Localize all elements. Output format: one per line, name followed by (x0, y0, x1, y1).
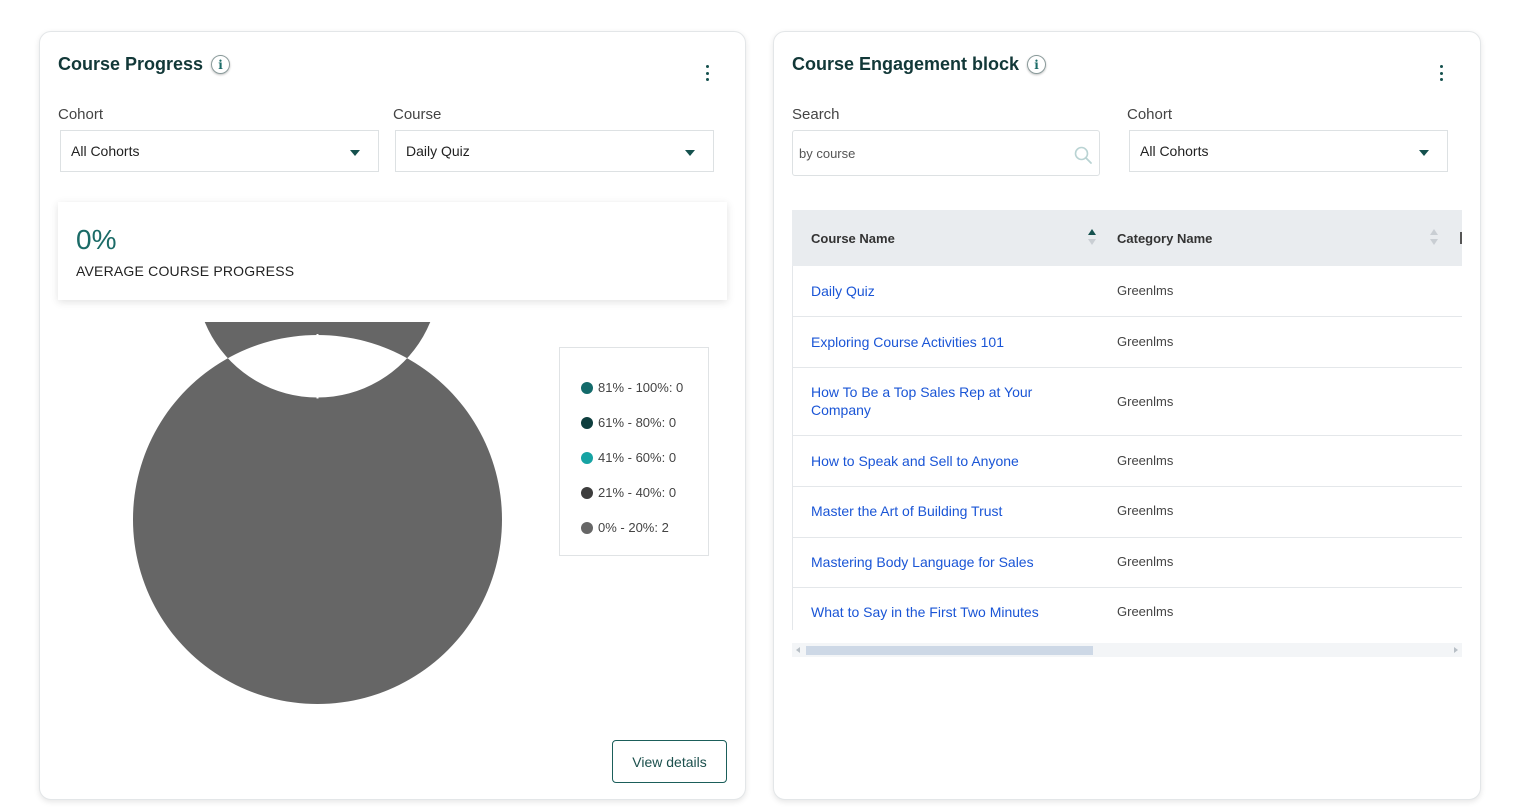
table-row: Daily Quiz Greenlms (792, 266, 1462, 317)
legend-item[interactable]: 61% - 80%: 0 (560, 405, 708, 440)
course-engagement-table: Course Name Category Name Daily Quiz Gre… (792, 210, 1462, 630)
cohort-select[interactable]: All Cohorts (60, 130, 379, 172)
course-select[interactable]: Daily Quiz (395, 130, 714, 172)
course-name-link[interactable]: How to Speak and Sell to Anyone (811, 452, 1061, 470)
legend-label: 21% - 40%: 0 (598, 485, 677, 500)
info-icon[interactable]: i (1027, 55, 1047, 74)
legend-item[interactable]: 0% - 20%: 2 (560, 510, 708, 545)
scroll-left-icon[interactable] (796, 647, 800, 653)
cohort-select-value: All Cohorts (71, 143, 140, 159)
category-name: Greenlms (1117, 394, 1174, 409)
search-field (792, 130, 1100, 176)
course-progress-title-text: Course Progress (58, 54, 204, 74)
category-name: Greenlms (1117, 283, 1174, 298)
scrollbar-thumb[interactable] (806, 646, 1093, 655)
average-progress-value: 0% (76, 224, 117, 255)
sort-ascending-icon[interactable] (1087, 228, 1097, 246)
kebab-menu-icon[interactable] (704, 65, 710, 81)
table-header: Course Name Category Name (792, 210, 1462, 266)
cohort-label: Cohort (1127, 106, 1173, 123)
search-label: Search (792, 106, 840, 123)
search-icon[interactable] (1073, 145, 1093, 165)
info-icon[interactable]: i (211, 55, 231, 74)
legend-label: 61% - 80%: 0 (598, 415, 677, 430)
average-progress-label: AVERAGE COURSE PROGRESS (76, 263, 295, 279)
legend-item[interactable]: 81% - 100%: 0 (560, 370, 708, 405)
legend-dot (581, 416, 593, 429)
course-label: Course (393, 106, 442, 123)
legend-dot (581, 451, 593, 464)
sort-icon[interactable] (1429, 228, 1439, 246)
legend-label: 0% - 20%: 2 (598, 520, 669, 535)
column-divider (1460, 232, 1462, 244)
course-name-link[interactable]: Master the Art of Building Trust (811, 502, 1061, 520)
legend-item[interactable]: 21% - 40%: 0 (560, 475, 708, 510)
table-row: Master the Art of Building Trust Greenlm… (792, 487, 1462, 538)
search-input[interactable] (793, 144, 1051, 162)
table-row: How to Speak and Sell to Anyone Greenlms (792, 436, 1462, 487)
table-row: What to Say in the First Two Minutes Gre… (792, 588, 1462, 630)
legend-label: 81% - 100%: 0 (598, 380, 684, 395)
view-details-button[interactable]: View details (612, 740, 727, 783)
legend-item[interactable]: 41% - 60%: 0 (560, 440, 708, 475)
average-progress-box: 0% AVERAGE COURSE PROGRESS (58, 202, 727, 300)
category-name: Greenlms (1117, 334, 1174, 349)
legend-dot (581, 486, 593, 499)
kebab-menu-icon[interactable] (1438, 65, 1444, 81)
course-name-link[interactable]: How To Be a Top Sales Rep at Your Compan… (811, 383, 1061, 419)
course-name-link[interactable]: Exploring Course Activities 101 (811, 333, 1061, 351)
column-header-category-name[interactable]: Category Name (1117, 210, 1212, 266)
progress-donut-chart (133, 322, 502, 704)
course-name-link[interactable]: Mastering Body Language for Sales (811, 553, 1061, 571)
chevron-down-icon (685, 150, 695, 156)
course-name-link[interactable]: What to Say in the First Two Minutes (811, 603, 1061, 621)
table-row: Exploring Course Activities 101 Greenlms (792, 317, 1462, 368)
chevron-down-icon (350, 150, 360, 156)
legend-label: 41% - 60%: 0 (598, 450, 677, 465)
category-name: Greenlms (1117, 503, 1174, 518)
category-name: Greenlms (1117, 554, 1174, 569)
cohort-select-value: All Cohorts (1140, 143, 1209, 159)
scroll-right-icon[interactable] (1454, 647, 1458, 653)
legend-dot (581, 521, 593, 534)
course-engagement-card: Course Engagement block i Search Cohort … (773, 31, 1481, 800)
course-name-link[interactable]: Daily Quiz (811, 282, 1061, 300)
course-progress-title: Course Progress i (58, 54, 231, 75)
category-name: Greenlms (1117, 453, 1174, 468)
legend-dot (581, 381, 593, 394)
course-select-value: Daily Quiz (406, 143, 470, 159)
category-name: Greenlms (1117, 604, 1174, 619)
chevron-down-icon (1419, 150, 1429, 156)
table-row: Mastering Body Language for Sales Greenl… (792, 538, 1462, 588)
table-row: How To Be a Top Sales Rep at Your Compan… (792, 368, 1462, 436)
chart-legend: 81% - 100%: 0 61% - 80%: 0 41% - 60%: 0 … (559, 347, 709, 556)
column-header-course-name[interactable]: Course Name (811, 210, 895, 266)
cohort-select[interactable]: All Cohorts (1129, 130, 1448, 172)
course-engagement-title-text: Course Engagement block (792, 54, 1020, 74)
cohort-label: Cohort (58, 106, 104, 123)
course-engagement-title: Course Engagement block i (792, 54, 1047, 75)
course-progress-card: Course Progress i Cohort All Cohorts Cou… (39, 31, 746, 800)
horizontal-scrollbar[interactable] (792, 643, 1462, 657)
